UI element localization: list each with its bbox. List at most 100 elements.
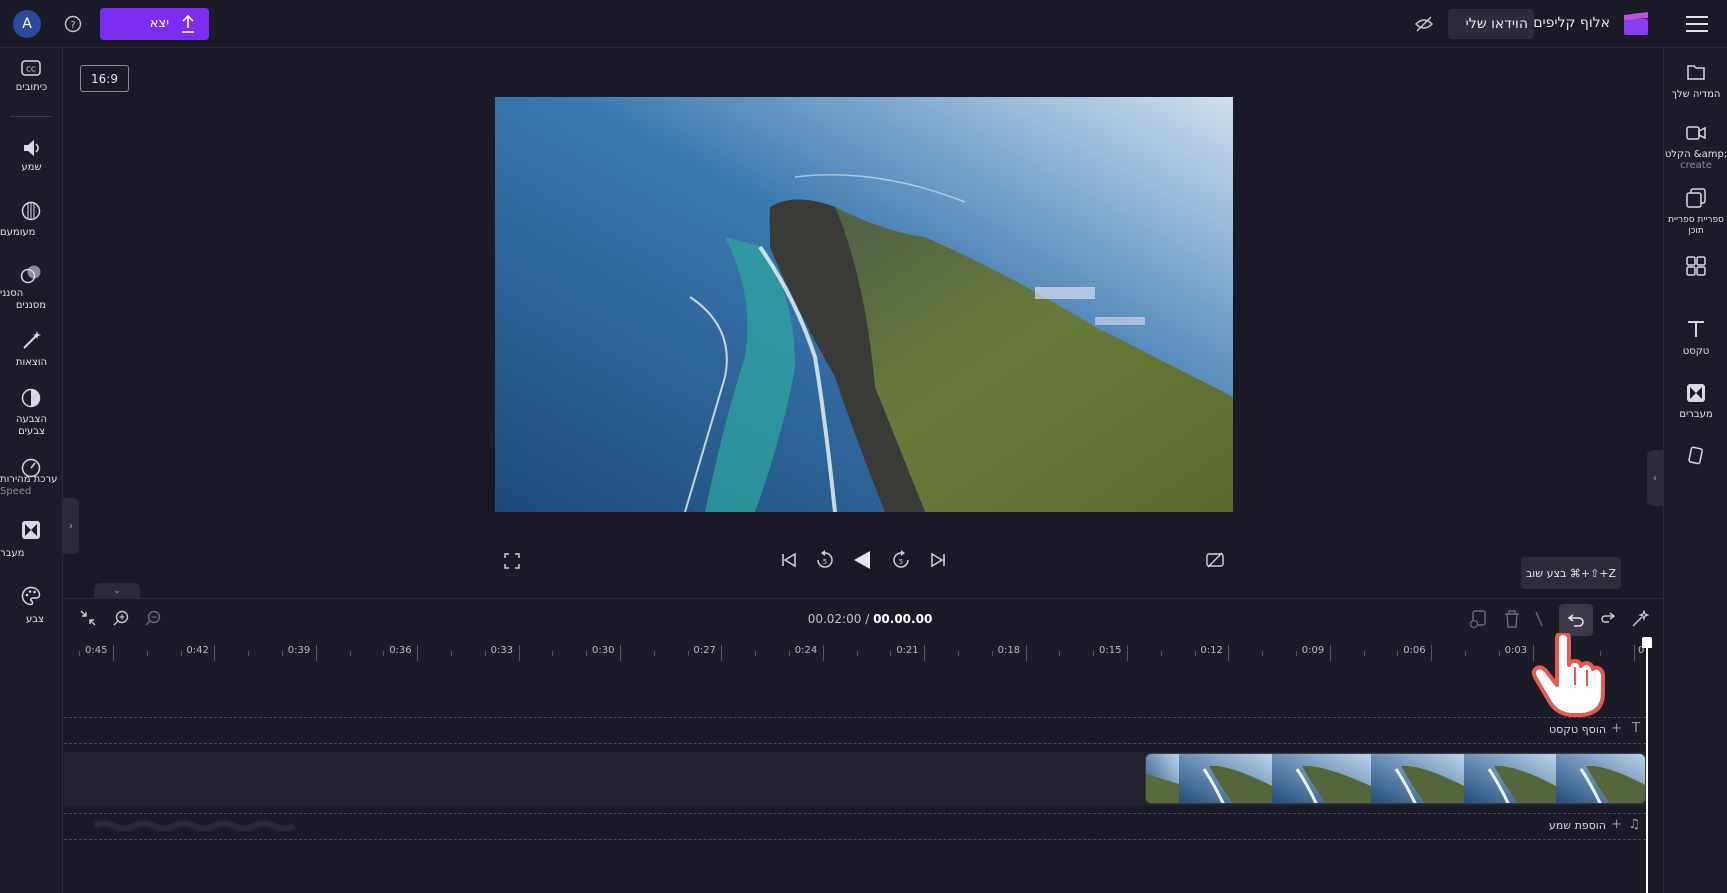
- zoom-out-icon[interactable]: [143, 608, 163, 628]
- tool-effects[interactable]: הוצאות: [0, 329, 63, 379]
- avatar[interactable]: A: [13, 10, 41, 38]
- speaker-icon: [24, 140, 39, 156]
- tool-record-create[interactable]: הקלט &amp; create: [1664, 125, 1727, 181]
- tool-templates[interactable]: [1664, 256, 1727, 296]
- video-preview[interactable]: [495, 97, 1233, 512]
- skip-to-start-icon[interactable]: [779, 550, 799, 570]
- tool-palette[interactable]: צבע: [0, 586, 63, 636]
- delete-icon[interactable]: [1501, 608, 1523, 630]
- tool-label: הסנני: [0, 288, 24, 299]
- undo-tooltip-text: בצע שוב ⌘+⇧+Z: [1525, 566, 1617, 580]
- collapse-timeline-tab[interactable]: ⌄: [94, 583, 140, 598]
- svg-text:CC: CC: [26, 66, 36, 74]
- tool-content-library[interactable]: ספריית ספריית תוכן: [1664, 188, 1727, 244]
- time-current: 00.00.00: [873, 612, 933, 626]
- tool-speed[interactable]: ערכת מהירות Speed: [0, 458, 63, 514]
- fit-timeline-icon[interactable]: [78, 608, 98, 628]
- collapse-right-handle[interactable]: ‹: [1647, 450, 1663, 506]
- text-track-icon: T: [1632, 721, 1640, 736]
- split-icon[interactable]: [1533, 610, 1545, 628]
- aspect-ratio-label: 16:9: [91, 71, 118, 86]
- library-icon: [1686, 188, 1706, 208]
- tool-transitions[interactable]: מעבר: [0, 521, 63, 571]
- tool-color-adjust[interactable]: הצבעה צבעים: [0, 388, 63, 448]
- divider: [10, 116, 52, 117]
- redo-icon[interactable]: [1599, 609, 1617, 629]
- tool-label: הצבעה: [15, 414, 48, 425]
- tool-filters[interactable]: הסנני מסננים: [0, 263, 63, 319]
- transitions-icon: [22, 521, 40, 539]
- eye-off-icon[interactable]: [1412, 12, 1436, 36]
- chevron-down-icon: ⌄: [113, 585, 121, 596]
- tool-sublabel: תוכן: [1688, 226, 1704, 236]
- tool-label: מעברים: [1679, 409, 1713, 420]
- video-clip[interactable]: [1145, 753, 1646, 804]
- skip-to-end-icon[interactable]: [928, 550, 948, 570]
- templates-icon: [1686, 256, 1706, 276]
- tool-sublabel: Speed: [0, 486, 32, 497]
- transitions-icon: [1687, 384, 1705, 402]
- audio-waveform-placeholder: [94, 820, 296, 832]
- playhead-line[interactable]: [1646, 640, 1648, 893]
- collapse-left-handle[interactable]: ›: [63, 498, 79, 554]
- avatar-letter: A: [22, 16, 32, 32]
- tool-audio[interactable]: שמע: [0, 138, 63, 188]
- right-toolbar: המדיה שלך הקלט &amp; create ספריית ספריי…: [1663, 48, 1727, 893]
- track-divider: [64, 839, 1646, 840]
- add-media-icon[interactable]: [1467, 608, 1489, 630]
- folder-icon: [1687, 65, 1705, 80]
- palette-icon: [21, 586, 41, 606]
- add-text-label: הוסף טקסט: [1548, 723, 1606, 736]
- video-editor-app: אלוף קליפים הוידאו שלי יצא ? A CC כיתובי…: [0, 0, 1727, 893]
- tool-label: ערכת מהירות: [0, 474, 58, 485]
- tool-label: שמע: [21, 162, 42, 173]
- forward-5-icon[interactable]: 5: [890, 549, 912, 571]
- tool-captions[interactable]: CC כיתובים: [0, 60, 63, 110]
- fullscreen-icon[interactable]: [502, 551, 522, 571]
- tool-transitions-right[interactable]: מעברים: [1664, 384, 1727, 434]
- tool-label: הוצאות: [15, 357, 48, 368]
- help-icon[interactable]: ?: [62, 13, 84, 35]
- add-audio-label: הוספת שמע: [1548, 819, 1606, 832]
- app-logo: [1623, 12, 1649, 36]
- add-text-plus: +: [1611, 721, 1622, 736]
- zoom-in-icon[interactable]: [111, 608, 131, 628]
- svg-text:?: ?: [70, 20, 75, 31]
- export-button[interactable]: יצא: [100, 8, 209, 40]
- export-label: יצא: [149, 16, 169, 31]
- text-icon: [1688, 321, 1704, 337]
- undo-icon: [1567, 614, 1584, 627]
- text-track[interactable]: T + הוסף טקסט: [64, 718, 1646, 742]
- top-bar: אלוף קליפים הוידאו שלי יצא ? A: [0, 0, 1727, 48]
- timeline-panel: [64, 598, 1663, 893]
- audio-track[interactable]: ♫ + הוספת שמע: [64, 814, 1646, 838]
- tool-fade[interactable]: מעומעם: [0, 201, 63, 251]
- aspect-ratio-button[interactable]: 16:9: [80, 65, 129, 92]
- rewind-5-icon[interactable]: 5: [814, 549, 836, 571]
- undo-button-highlight[interactable]: [1559, 604, 1593, 636]
- captions-icon: CC: [21, 60, 41, 76]
- time-separator: /: [865, 612, 870, 626]
- tool-label: כיתובים: [15, 82, 48, 93]
- color-adjust-icon: [21, 388, 41, 408]
- track-divider: [64, 743, 1646, 744]
- tool-label: מעבר: [0, 548, 25, 559]
- captions-off-icon[interactable]: [1204, 550, 1226, 570]
- time-total: 00.02:00: [807, 612, 862, 626]
- project-title-field[interactable]: הוידאו שלי: [1448, 9, 1534, 39]
- tool-text[interactable]: טקסט: [1664, 320, 1727, 370]
- music-note-icon: ♫: [1628, 817, 1640, 832]
- magic-wand-icon[interactable]: [1629, 608, 1651, 630]
- project-title: הוידאו שלי: [1465, 16, 1528, 32]
- undo-tooltip: בצע שוב ⌘+⇧+Z: [1521, 557, 1621, 589]
- hamburger-icon[interactable]: [1683, 12, 1711, 36]
- chevron-left-icon: ‹: [1653, 472, 1657, 484]
- play-icon[interactable]: [851, 549, 873, 571]
- tool-sublabel: צבעים: [18, 426, 45, 437]
- tool-your-media[interactable]: המדיה שלך: [1664, 63, 1727, 113]
- svg-text:5: 5: [899, 558, 903, 566]
- playhead-handle[interactable]: [1642, 637, 1652, 648]
- tool-brand-kit[interactable]: [1664, 446, 1727, 476]
- effects-icon: [23, 331, 41, 349]
- upload-icon: [181, 14, 195, 37]
